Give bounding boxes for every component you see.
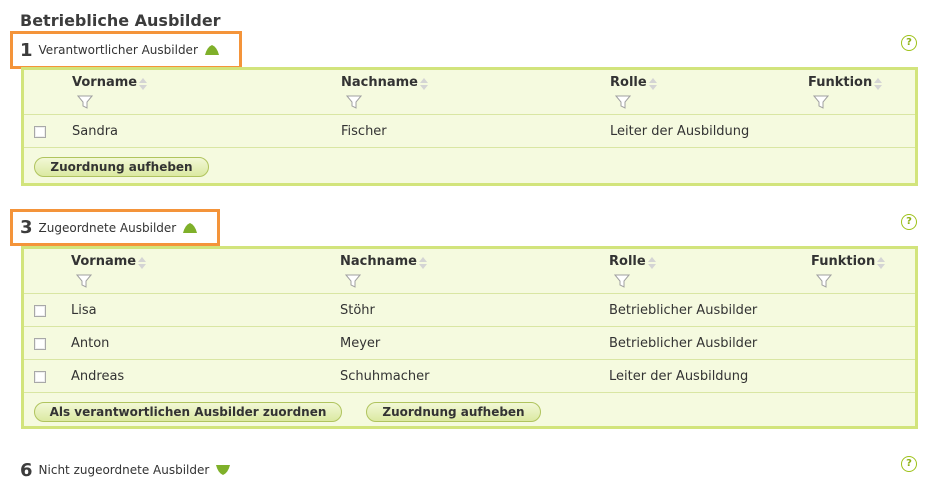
table-row[interactable]: Anton Meyer Betrieblicher Ausbilder <box>24 327 915 360</box>
help-icon[interactable]: ? <box>901 214 917 230</box>
column-header-vorname[interactable]: Vorname <box>72 75 148 109</box>
sort-icon[interactable] <box>648 75 658 91</box>
help-icon[interactable]: ? <box>901 456 917 472</box>
table-verantwortlicher-ausbilder: Vorname Nachname Rolle Funktion Sandra F… <box>21 67 918 186</box>
column-label: Vorname <box>72 75 138 90</box>
table-header: Vorname Nachname Rolle Funktion <box>24 249 915 294</box>
column-header-nachname[interactable]: Nachname <box>340 254 428 288</box>
sort-icon[interactable] <box>876 254 886 270</box>
filter-icon[interactable] <box>813 95 829 109</box>
cell-vorname: Andreas <box>71 369 125 384</box>
zuordnung-aufheben-button[interactable]: Zuordnung aufheben <box>366 402 541 422</box>
cell-nachname: Fischer <box>341 124 387 139</box>
cell-nachname: Schuhmacher <box>340 369 430 384</box>
column-header-funktion[interactable]: Funktion <box>808 75 883 109</box>
column-label: Nachname <box>340 254 418 269</box>
column-header-nachname[interactable]: Nachname <box>341 75 429 109</box>
column-header-rolle[interactable]: Rolle <box>609 254 657 288</box>
section-number: 3 <box>20 217 33 238</box>
section-header-zugeordnete-ausbilder[interactable]: 3 Zugeordnete Ausbilder <box>10 209 220 246</box>
sort-icon[interactable] <box>137 254 147 270</box>
page-title: Betriebliche Ausbilder <box>20 11 221 30</box>
cell-vorname: Anton <box>71 336 110 351</box>
section-label: Verantwortlicher Ausbilder <box>38 43 198 57</box>
cell-rolle: Leiter der Ausbildung <box>609 369 749 384</box>
sort-icon[interactable] <box>647 254 657 270</box>
zuordnung-aufheben-button[interactable]: Zuordnung aufheben <box>34 157 209 177</box>
row-checkbox[interactable] <box>34 305 46 317</box>
filter-icon[interactable] <box>615 95 631 109</box>
section-label: Zugeordnete Ausbilder <box>38 220 177 235</box>
table-row[interactable]: Sandra Fischer Leiter der Ausbildung <box>24 115 915 148</box>
row-checkbox[interactable] <box>34 371 46 383</box>
filter-icon[interactable] <box>816 274 832 288</box>
column-label: Vorname <box>71 254 137 269</box>
cell-nachname: Meyer <box>340 336 381 351</box>
section-header-nicht-zugeordnete-ausbilder[interactable]: 6 Nicht zugeordnete Ausbilder <box>20 458 231 482</box>
table-header: Vorname Nachname Rolle Funktion <box>24 70 915 115</box>
expand-arrow-down-icon[interactable] <box>215 464 231 476</box>
sort-icon[interactable] <box>418 254 428 270</box>
column-label: Rolle <box>609 254 646 269</box>
column-header-funktion[interactable]: Funktion <box>811 254 886 288</box>
als-verantwortlichen-zuordnen-button[interactable]: Als verantwortlichen Ausbilder zuordnen <box>34 402 342 422</box>
table-row[interactable]: Lisa Stöhr Betrieblicher Ausbilder <box>24 294 915 327</box>
filter-icon[interactable] <box>614 274 630 288</box>
row-checkbox[interactable] <box>34 338 46 350</box>
section-number: 6 <box>20 459 33 481</box>
row-checkbox[interactable] <box>34 126 46 138</box>
cell-rolle: Leiter der Ausbildung <box>610 124 750 139</box>
column-header-rolle[interactable]: Rolle <box>610 75 658 109</box>
cell-vorname: Lisa <box>71 303 97 318</box>
filter-icon[interactable] <box>76 274 92 288</box>
column-label: Nachname <box>341 75 419 90</box>
column-label: Funktion <box>808 75 873 90</box>
table-actions: Zuordnung aufheben <box>24 148 915 186</box>
section-header-verantwortlicher-ausbilder[interactable]: 1 Verantwortlicher Ausbilder <box>10 31 242 69</box>
sort-icon[interactable] <box>419 75 429 91</box>
sort-icon[interactable] <box>138 75 148 91</box>
table-actions: Als verantwortlichen Ausbilder zuordnen … <box>24 393 915 431</box>
cell-rolle: Betrieblicher Ausbilder <box>609 303 758 318</box>
column-header-vorname[interactable]: Vorname <box>71 254 147 288</box>
table-row[interactable]: Andreas Schuhmacher Leiter der Ausbildun… <box>24 360 915 393</box>
cell-rolle: Betrieblicher Ausbilder <box>609 336 758 351</box>
cell-vorname: Sandra <box>72 124 119 139</box>
table-zugeordnete-ausbilder: Vorname Nachname Rolle Funktion Lisa Stö… <box>21 246 918 429</box>
section-number: 1 <box>20 39 33 61</box>
collapse-arrow-up-icon[interactable] <box>182 222 198 234</box>
filter-icon[interactable] <box>345 274 361 288</box>
section-label: Nicht zugeordnete Ausbilder <box>38 463 210 477</box>
sort-icon[interactable] <box>873 75 883 91</box>
cell-nachname: Stöhr <box>340 303 375 318</box>
column-label: Funktion <box>811 254 876 269</box>
collapse-arrow-up-icon[interactable] <box>204 44 220 56</box>
help-icon[interactable]: ? <box>901 35 917 51</box>
column-label: Rolle <box>610 75 647 90</box>
filter-icon[interactable] <box>77 95 93 109</box>
filter-icon[interactable] <box>346 95 362 109</box>
